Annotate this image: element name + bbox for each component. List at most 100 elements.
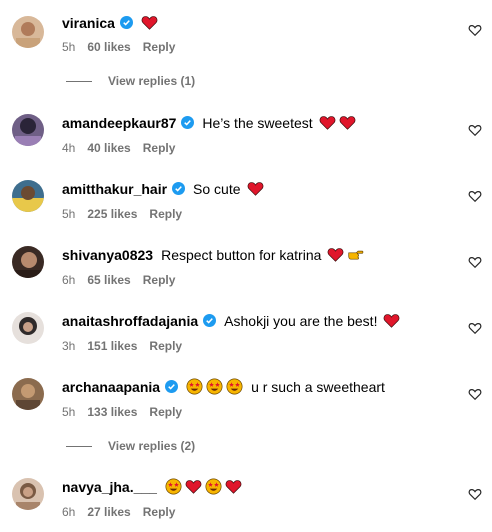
likes-count[interactable]: 225 likes <box>87 207 137 221</box>
verified-badge-icon <box>203 314 217 327</box>
verified-badge-icon <box>119 16 133 29</box>
comment-meta: 6h 27 likes Reply <box>62 505 187 519</box>
comment-item: amandeepkaur87 He’s the sweetest 4h 40 l… <box>0 108 492 168</box>
comment-item: anaitashroffadajania Ashokji you are the… <box>0 306 492 366</box>
comment-text <box>165 478 245 495</box>
reply-button[interactable]: Reply <box>149 207 182 221</box>
comment-item: shivanya0823 Respect button for katrina … <box>0 240 492 300</box>
username[interactable]: viranica <box>62 15 115 31</box>
comment-line: amandeepkaur87 He’s the sweetest <box>62 114 359 131</box>
star-eyes-emoji-icon <box>206 378 223 395</box>
likes-count[interactable]: 151 likes <box>87 339 137 353</box>
star-eyes-emoji-icon <box>186 378 203 395</box>
view-replies-label: View replies (2) <box>108 439 196 453</box>
comment-text-body: u r such a sweetheart <box>251 378 385 395</box>
timestamp: 5h <box>62 207 76 221</box>
reply-button[interactable]: Reply <box>143 40 176 54</box>
reply-button[interactable]: Reply <box>149 405 182 419</box>
username[interactable]: navya_jha.___ <box>62 479 157 495</box>
like-heart-icon[interactable] <box>468 387 482 401</box>
comment-text-body: He’s the sweetest <box>202 114 313 131</box>
view-replies-label: View replies (1) <box>108 74 196 88</box>
heart-emoji-icon <box>247 180 264 197</box>
comment-text: Ashokji you are the best! <box>224 312 403 329</box>
comment-text: So cute <box>193 180 266 197</box>
comment-text: He’s the sweetest <box>202 114 358 131</box>
comment-text <box>141 14 161 31</box>
comment-item: navya_jha.___ 6h 27 likes Reply <box>0 472 492 532</box>
view-replies-button[interactable]: View replies (2) <box>66 439 195 453</box>
like-heart-icon[interactable] <box>468 189 482 203</box>
point-right-emoji-icon <box>347 246 364 263</box>
comment-item: viranica 5h 60 likes Reply <box>0 10 492 70</box>
avatar[interactable] <box>12 312 44 344</box>
comment-line: amitthakur_hair So cute <box>62 180 267 197</box>
like-heart-icon[interactable] <box>468 123 482 137</box>
comment-meta: 5h 133 likes Reply <box>62 405 194 419</box>
avatar[interactable] <box>12 478 44 510</box>
comment-item: amitthakur_hair So cute 5h 225 likes Rep… <box>0 174 492 234</box>
timestamp: 4h <box>62 141 76 155</box>
comment-line: navya_jha.___ <box>62 478 245 495</box>
likes-count[interactable]: 65 likes <box>87 273 130 287</box>
like-heart-icon[interactable] <box>468 487 482 501</box>
timestamp: 6h <box>62 505 76 519</box>
verified-badge-icon <box>165 380 179 393</box>
avatar[interactable] <box>12 246 44 278</box>
star-eyes-emoji-icon <box>165 478 182 495</box>
like-heart-icon[interactable] <box>468 321 482 335</box>
timestamp: 5h <box>62 40 76 54</box>
avatar[interactable] <box>12 114 44 146</box>
heart-emoji-icon <box>339 114 356 131</box>
comment-line: shivanya0823 Respect button for katrina <box>62 246 367 263</box>
reply-button[interactable]: Reply <box>143 273 176 287</box>
star-eyes-emoji-icon <box>205 478 222 495</box>
comment-text: Respect button for katrina <box>161 246 367 263</box>
likes-count[interactable]: 27 likes <box>87 505 130 519</box>
username[interactable]: archanaapania <box>62 379 160 395</box>
like-heart-icon[interactable] <box>468 23 482 37</box>
username[interactable]: amitthakur_hair <box>62 181 167 197</box>
comment-text-body: Ashokji you are the best! <box>224 312 378 329</box>
divider-line <box>66 80 92 82</box>
comment-text-body: Respect button for katrina <box>161 246 322 263</box>
star-eyes-emoji-icon <box>226 378 243 395</box>
comment-line: viranica <box>62 14 161 31</box>
avatar[interactable] <box>12 16 44 48</box>
likes-count[interactable]: 40 likes <box>87 141 130 155</box>
view-replies-button[interactable]: View replies (1) <box>66 74 195 88</box>
likes-count[interactable]: 133 likes <box>87 405 137 419</box>
comment-meta: 5h 60 likes Reply <box>62 40 187 54</box>
comment-text: u r such a sweetheart <box>186 378 385 395</box>
heart-emoji-icon <box>225 478 242 495</box>
like-heart-icon[interactable] <box>468 255 482 269</box>
comment-meta: 3h 151 likes Reply <box>62 339 194 353</box>
heart-emoji-icon <box>185 478 202 495</box>
heart-emoji-icon <box>327 246 344 263</box>
verified-badge-icon <box>172 182 186 195</box>
heart-emoji-icon <box>141 14 158 31</box>
username[interactable]: shivanya0823 <box>62 247 153 263</box>
username[interactable]: anaitashroffadajania <box>62 313 198 329</box>
reply-button[interactable]: Reply <box>143 141 176 155</box>
reply-button[interactable]: Reply <box>149 339 182 353</box>
divider-line <box>66 445 92 447</box>
timestamp: 3h <box>62 339 76 353</box>
comment-meta: 4h 40 likes Reply <box>62 141 187 155</box>
heart-emoji-icon <box>319 114 336 131</box>
verified-badge-icon <box>181 116 195 129</box>
heart-emoji-icon <box>383 312 400 329</box>
comment-line: archanaapania u r such a sweetheart <box>62 378 385 395</box>
comment-line: anaitashroffadajania Ashokji you are the… <box>62 312 403 329</box>
avatar[interactable] <box>12 378 44 410</box>
avatar[interactable] <box>12 180 44 212</box>
comment-text-body: So cute <box>193 180 241 197</box>
comment-meta: 5h 225 likes Reply <box>62 207 194 221</box>
likes-count[interactable]: 60 likes <box>87 40 130 54</box>
comment-item: archanaapania u r such a sweetheart 5h 1… <box>0 372 492 432</box>
username[interactable]: amandeepkaur87 <box>62 115 176 131</box>
reply-button[interactable]: Reply <box>143 505 176 519</box>
timestamp: 5h <box>62 405 76 419</box>
comment-meta: 6h 65 likes Reply <box>62 273 187 287</box>
timestamp: 6h <box>62 273 76 287</box>
